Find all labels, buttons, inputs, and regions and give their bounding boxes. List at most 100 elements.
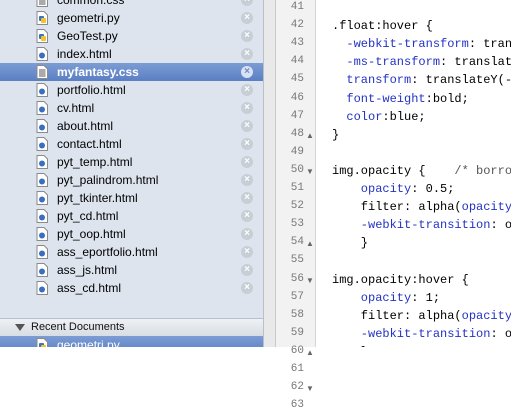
- code-token: : opa: [490, 326, 511, 341]
- code-token: : 0.5;: [411, 182, 455, 196]
- close-file-icon[interactable]: ×: [241, 138, 253, 150]
- file-name: ass_cd.html: [57, 281, 122, 295]
- css-property-token: opacity: [332, 182, 412, 196]
- close-file-icon[interactable]: ×: [241, 174, 253, 186]
- line-number: 53: [290, 218, 304, 231]
- css-property-token: opacity: [461, 200, 511, 215]
- close-file-icon[interactable]: ×: [241, 228, 253, 240]
- file-name: ass_eportfolio.html: [57, 245, 158, 259]
- file-item[interactable]: pyt_oop.html ×: [0, 225, 263, 243]
- recent-document-item[interactable]: geometri.py: [0, 336, 263, 347]
- code-line: -webkit-transition: opa: [332, 218, 511, 232]
- file-item[interactable]: ass_js.html ×: [0, 261, 263, 279]
- recent-document-name: geometri.py: [57, 338, 120, 347]
- file-name: ass_js.html: [57, 263, 118, 277]
- line-number: 55: [290, 254, 304, 267]
- code-token: filter: alpha(: [332, 200, 462, 215]
- file-item[interactable]: ass_cd.html ×: [0, 279, 263, 297]
- css-file-icon: [36, 65, 48, 79]
- file-name: GeoTest.py: [57, 29, 118, 43]
- line-number: 47: [290, 109, 304, 122]
- file-item[interactable]: GeoTest.py ×: [0, 27, 263, 45]
- file-item[interactable]: cv.html ×: [0, 99, 263, 117]
- file-item[interactable]: ass_eportfolio.html ×: [0, 243, 263, 261]
- code-token: : translateY(-6: [411, 73, 511, 88]
- file-item[interactable]: portfolio.html ×: [0, 81, 263, 99]
- file-name: pyt_oop.html: [57, 227, 126, 241]
- file-item[interactable]: geometri.py ×: [0, 9, 263, 27]
- line-number: 61: [290, 363, 304, 375]
- comment-token: /* borrowed: [454, 163, 511, 178]
- html-file-icon: [36, 263, 48, 277]
- file-item[interactable]: index.html ×: [0, 45, 263, 63]
- file-name: cv.html: [57, 101, 95, 115]
- line-number: 51: [290, 182, 304, 194]
- close-file-icon[interactable]: ×: [241, 30, 253, 42]
- close-file-icon[interactable]: ×: [241, 84, 253, 96]
- code-token: .float:hover {: [332, 19, 433, 34]
- close-file-icon[interactable]: ×: [241, 246, 253, 258]
- file-item[interactable]: about.html ×: [0, 117, 263, 135]
- code-token: }: [332, 127, 340, 142]
- close-file-icon[interactable]: ×: [241, 210, 253, 222]
- file-name: myfantasy.css: [57, 65, 139, 79]
- fold-close-icon[interactable]: ▲: [306, 131, 314, 140]
- code-token: : translateY(-: [468, 37, 511, 52]
- file-item[interactable]: contact.html ×: [0, 135, 263, 153]
- html-file-icon: [36, 155, 48, 169]
- close-file-icon[interactable]: ×: [241, 192, 253, 204]
- disclosure-triangle-icon[interactable]: [15, 324, 25, 331]
- close-file-icon[interactable]: ×: [241, 264, 253, 276]
- close-file-icon[interactable]: ×: [241, 156, 253, 168]
- html-file-icon: [36, 47, 48, 61]
- code-line: transform: translateY(-6: [332, 73, 511, 87]
- file-name: pyt_temp.html: [57, 155, 133, 169]
- file-name: pyt_tkinter.html: [57, 191, 138, 205]
- close-file-icon[interactable]: ×: [241, 102, 253, 114]
- fold-open-icon[interactable]: ▼: [306, 384, 314, 393]
- code-line: filter: alpha(opacity=100: [332, 309, 511, 323]
- line-number: 57: [290, 290, 304, 303]
- close-file-icon[interactable]: ×: [241, 48, 253, 60]
- line-number: 42: [290, 19, 304, 32]
- fold-open-icon[interactable]: ▼: [306, 276, 314, 285]
- recent-documents-header[interactable]: Recent Documents: [0, 318, 263, 337]
- file-item[interactable]: pyt_tkinter.html ×: [0, 189, 263, 207]
- code-editor[interactable]: .float:hover { -webkit-transform: transl…: [316, 0, 511, 347]
- code-line: img.opacity:hover {: [332, 273, 469, 287]
- code-token: :bold;: [425, 91, 469, 106]
- line-number: 63: [290, 399, 304, 411]
- line-number: 50: [290, 163, 304, 176]
- splitter-handle[interactable]: [264, 0, 276, 347]
- close-file-icon[interactable]: ×: [241, 120, 253, 132]
- close-file-icon[interactable]: ×: [241, 12, 253, 24]
- css-property-token: color: [332, 109, 383, 124]
- html-file-icon: [36, 137, 48, 151]
- css-property-token: opacity: [332, 290, 412, 305]
- html-file-icon: [36, 245, 48, 259]
- file-item[interactable]: pyt_palindrom.html ×: [0, 171, 263, 189]
- code-line: }: [332, 128, 339, 142]
- code-token: : translateY(-: [440, 55, 511, 70]
- css-file-icon: [36, 0, 48, 7]
- close-file-icon[interactable]: ×: [241, 0, 253, 6]
- line-number: 52: [290, 200, 304, 213]
- file-item[interactable]: myfantasy.css ×: [0, 63, 263, 81]
- fold-close-icon[interactable]: ▲: [306, 239, 314, 248]
- close-file-icon[interactable]: ×: [241, 282, 253, 294]
- line-number: 44: [290, 55, 304, 68]
- close-file-icon[interactable]: ×: [241, 66, 253, 78]
- file-item[interactable]: common.css ×: [0, 0, 263, 9]
- fold-open-icon[interactable]: ▼: [306, 167, 314, 176]
- file-item[interactable]: pyt_cd.html ×: [0, 207, 263, 225]
- css-property-token: transform: [332, 73, 412, 88]
- code-line: -ms-transform: translateY(-: [332, 55, 511, 69]
- code-line: opacity: 0.5;: [332, 182, 455, 196]
- code-token: img.opacity:hover {: [332, 272, 469, 287]
- line-number: 49: [290, 145, 304, 158]
- code-line: color:blue;: [332, 109, 425, 124]
- file-item[interactable]: pyt_temp.html ×: [0, 153, 263, 171]
- code-token: : opa: [490, 218, 511, 233]
- fold-close-icon[interactable]: ▲: [306, 348, 314, 357]
- file-name: contact.html: [57, 137, 122, 151]
